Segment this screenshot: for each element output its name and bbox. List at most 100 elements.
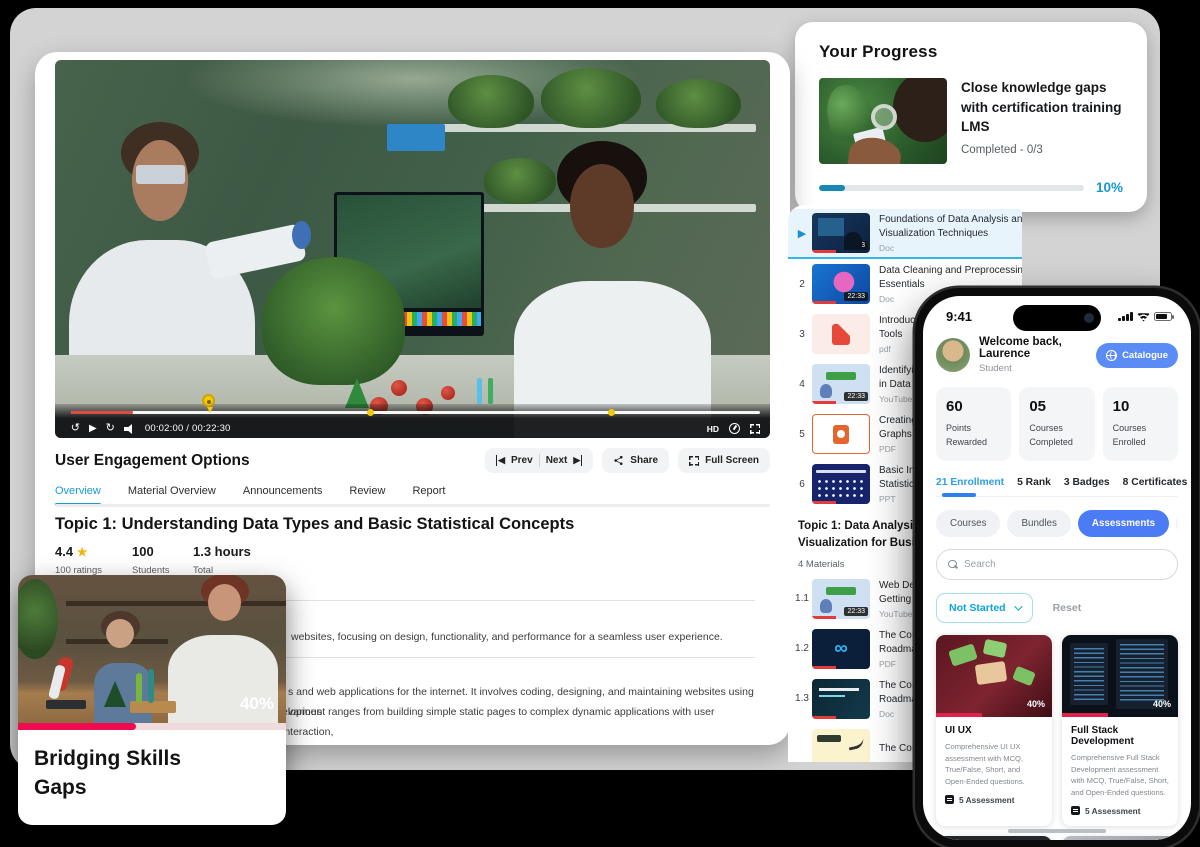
assessment-cards-grid: 40% UI UX Comprehensive UI UX assessment… — [936, 635, 1178, 840]
card-description: Comprehensive Full Stack Development ass… — [1071, 752, 1169, 799]
material-item[interactable]: ▶ 22:33 Foundations of Data Analysis and… — [788, 209, 1022, 259]
tab-announcements[interactable]: Announcements — [243, 485, 323, 504]
assessment-count: 5 Assessment — [959, 795, 1015, 805]
tab-certificates[interactable]: 8 Certificates — [1123, 477, 1188, 488]
progress-course-title: Close knowledge gaps with certification … — [961, 78, 1123, 137]
next-icon[interactable]: ▶ — [573, 455, 582, 466]
person-shape — [893, 78, 947, 142]
assessment-icon — [1071, 806, 1080, 815]
material-thumbnail: 22:33 — [812, 264, 870, 304]
material-thumbnail: 22:33 — [812, 579, 870, 619]
phone-tabs: 21 Enrollment 5 Rank 3 Badges 8 Certific… — [936, 477, 1178, 497]
content-tabs: Overview Material Overview Announcements… — [55, 485, 445, 504]
avatar[interactable] — [936, 338, 970, 372]
assessment-card-react-native[interactable]: 40% React Native — [1062, 836, 1178, 840]
completed-stat-card: 05 Courses Completed — [1019, 387, 1094, 461]
card-image: 40% — [1062, 635, 1178, 717]
pdf-icon — [832, 324, 850, 345]
progress-course-thumbnail — [819, 78, 947, 164]
pill-assignments[interactable]: Assig — [1176, 510, 1178, 537]
material-thumbnail — [812, 314, 870, 354]
volume-icon[interactable] — [124, 424, 136, 434]
plant-shape — [18, 579, 58, 659]
fullscreen-button-label[interactable]: Full Screen — [705, 455, 759, 466]
assessment-card-fullstack[interactable]: 40% Full Stack Development Comprehensive… — [1062, 635, 1178, 826]
replay-icon[interactable]: ↺ — [71, 423, 80, 434]
your-progress-card: Your Progress Close knowledge gaps with … — [795, 22, 1147, 212]
prev-icon[interactable]: ◀ — [496, 455, 505, 466]
home-indicator[interactable] — [1008, 829, 1106, 834]
prev-button-label[interactable]: Prev — [511, 455, 533, 466]
hd-quality-button[interactable]: HD — [707, 424, 719, 434]
progress-completed-label: Completed - 0/3 — [961, 144, 1123, 156]
role-label: Student — [979, 363, 1087, 374]
fullscreen-icon[interactable] — [750, 424, 760, 434]
share-button[interactable]: Share — [602, 448, 669, 473]
star-icon: ★ — [77, 545, 88, 559]
chapter-dot[interactable] — [608, 409, 615, 416]
description-fragment: websites, focusing on design, functional… — [291, 628, 755, 648]
search-placeholder: Search — [964, 559, 996, 570]
card-percent-badge: 40% — [1153, 699, 1171, 709]
tab-overview[interactable]: Overview — [55, 485, 101, 504]
catalogue-button-label[interactable]: Catalogue — [1122, 350, 1168, 361]
next-button-label[interactable]: Next — [546, 455, 568, 466]
pill-assessments[interactable]: Assessments — [1078, 510, 1169, 537]
status-filter-label[interactable]: Not Started — [949, 602, 1006, 614]
tab-rank[interactable]: 5 Rank — [1017, 477, 1051, 488]
tab-report[interactable]: Report — [412, 485, 445, 504]
tab-review[interactable]: Review — [349, 485, 385, 504]
fullscreen-button[interactable]: Full Screen — [678, 448, 770, 473]
progress-bar-fill — [819, 185, 845, 191]
category-pills: Courses Bundles Assessments Assig — [936, 510, 1178, 537]
card-image: 40% — [1062, 836, 1178, 840]
enrolled-stat-card: 10 Courses Enrolled — [1103, 387, 1178, 461]
topic-title: Topic 1: Understanding Data Types and Ba… — [55, 515, 574, 534]
bridging-skills-card: 40% Bridging Skills Gaps — [18, 575, 286, 825]
material-thumbnail — [812, 729, 870, 763]
location-pin-marker[interactable] — [202, 394, 215, 407]
progress-card-title: Your Progress — [819, 42, 1123, 62]
skills-card-title: Bridging Skills Gaps — [34, 744, 270, 803]
forward-icon[interactable]: ↻ — [106, 423, 115, 434]
material-title: Data Cleaning and Preprocessing — [879, 264, 1014, 278]
tab-enrollment[interactable]: 21 Enrollment — [936, 477, 1004, 488]
phone-stats-row: 60 Points Rewarded 05 Courses Completed … — [936, 387, 1178, 461]
playback-speed-icon[interactable] — [729, 423, 740, 434]
rating-stat: 4.4 ★ 100 ratings — [55, 544, 102, 576]
prev-next-button-group[interactable]: ◀ Prev Next ▶ — [485, 448, 593, 473]
magnifier-shape — [871, 104, 897, 130]
video-player[interactable]: ↺ ▶ ↻ 00:02:00 / 00:22:30 HD — [55, 60, 770, 438]
scientist-right — [505, 158, 720, 438]
video-control-bar: ↺ ▶ ↻ 00:02:00 / 00:22:30 HD — [55, 404, 770, 438]
greeting-text: Welcome back, Laurence — [979, 336, 1087, 360]
signal-icon — [1118, 312, 1133, 322]
assessment-card-digital-marketing[interactable]: DIGITAL MARKETING 40% Digital Marketing — [936, 836, 1052, 840]
card-image: DIGITAL MARKETING 40% — [936, 836, 1052, 840]
play-icon[interactable]: ▶ — [89, 424, 97, 434]
ppt-icon — [833, 425, 849, 444]
battery-icon — [1154, 312, 1172, 322]
material-thumbnail — [812, 414, 870, 454]
students-stat: 100 Students — [132, 544, 170, 576]
pill-bundles[interactable]: Bundles — [1007, 510, 1070, 537]
card-percent-badge: 40% — [1027, 699, 1045, 709]
chapter-dot[interactable] — [367, 409, 374, 416]
pill-courses[interactable]: Courses — [936, 510, 1000, 537]
tab-material-overview[interactable]: Material Overview — [128, 485, 216, 504]
reset-button[interactable]: Reset — [1053, 602, 1082, 614]
status-filter-dropdown[interactable]: Not Started — [936, 593, 1033, 623]
catalogue-button[interactable]: Catalogue — [1096, 343, 1178, 368]
share-button-label[interactable]: Share — [630, 455, 658, 466]
tab-badges[interactable]: 3 Badges — [1064, 477, 1110, 488]
card-title: UI UX — [945, 725, 1043, 736]
fullscreen-corners-icon — [689, 456, 699, 466]
duration-badge: 22:33 — [844, 241, 868, 250]
video-seek-bar[interactable] — [71, 411, 760, 414]
globe-icon — [1106, 350, 1117, 361]
assessment-card-uiux[interactable]: 40% UI UX Comprehensive UI UX assessment… — [936, 635, 1052, 826]
progress-percent-label: 10% — [1096, 180, 1123, 195]
engagement-row: User Engagement Options ◀ Prev Next ▶ Sh… — [55, 448, 770, 473]
search-icon — [948, 560, 957, 569]
search-input[interactable]: Search — [936, 549, 1178, 580]
